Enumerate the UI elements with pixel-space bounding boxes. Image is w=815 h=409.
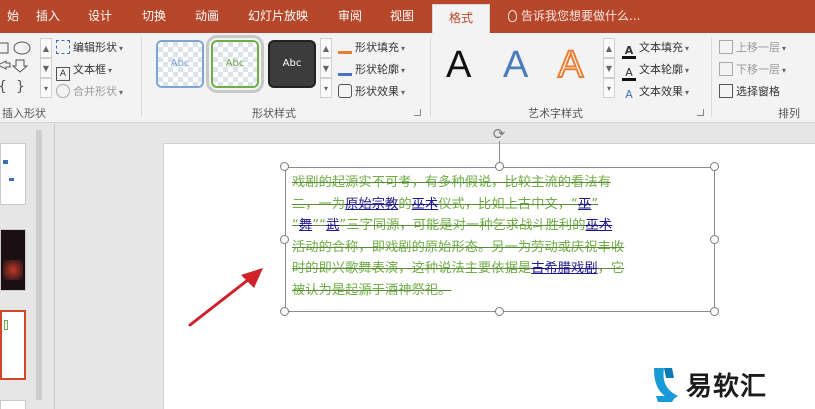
shape-outline-button[interactable]: 形状轮廓 ▾ [338, 60, 405, 79]
shape-effects-button[interactable]: 形状效果 ▾ [338, 82, 405, 101]
group-divider [141, 37, 142, 117]
selection-pane-button[interactable]: 选择窗格 [719, 82, 780, 101]
wordart-group-label: 艺术字样式 [528, 107, 583, 120]
group-divider [711, 37, 712, 117]
tab-animations[interactable]: 动画 [185, 0, 229, 33]
ribbon-tab-bar: 始 插入 设计 切换 动画 幻灯片放映 审阅 视图 格式 告诉我您想要做什么..… [0, 0, 815, 33]
slide-thumbnail[interactable] [0, 229, 26, 291]
tab-slideshow[interactable]: 幻灯片放映 [240, 0, 316, 33]
resize-handle[interactable] [280, 307, 289, 316]
resize-handle[interactable] [495, 162, 504, 171]
hyperlink[interactable]: 舞 [299, 218, 312, 233]
slide-thumbnail-panel [0, 124, 55, 409]
ribbon-body: { } ▲▼▾ 编辑形状▾ A文本框▾ 合并形状▾ 插入形状 Abc Abc A… [0, 33, 815, 123]
text-effects-button[interactable]: A 文本效果 ▾ [622, 82, 689, 101]
resize-handle[interactable] [710, 235, 719, 244]
pen-outline-icon [338, 62, 352, 76]
edit-shape-icon [56, 40, 70, 54]
svg-text:}: } [16, 79, 25, 95]
red-arrow-annotation [188, 268, 263, 327]
selection-pane-icon [719, 84, 733, 98]
shape-styles-group-label: 形状样式 [252, 107, 296, 120]
svg-text:{: { [0, 79, 7, 95]
tab-design[interactable]: 设计 [78, 0, 122, 33]
hyperlink[interactable]: 古希腊戏剧 [531, 261, 597, 276]
shape-style-sample-2[interactable]: Abc [206, 35, 264, 93]
tell-me-search[interactable]: 告诉我您想要做什么... [508, 0, 640, 33]
watermark-text: 易软汇 [686, 372, 768, 402]
thumbnail-scrollbar[interactable] [35, 128, 43, 408]
group-divider [430, 37, 431, 117]
text-line: 戏剧的起源实不可考，有多种假说，比较主流的看法有 [292, 175, 611, 190]
hyperlink[interactable]: 巫 [578, 197, 591, 212]
slide-thumbnail[interactable] [0, 400, 26, 409]
insert-shapes-group-label: 插入形状 [2, 107, 46, 120]
slide-thumbnail[interactable] [0, 143, 26, 205]
resize-handle[interactable] [280, 162, 289, 171]
slide-thumbnail-selected[interactable] [0, 310, 26, 380]
tab-insert[interactable]: 插入 [26, 0, 70, 33]
text-line: 活动的合称，即戏剧的原始形态。另一为劳动或庆祝丰收 [292, 239, 625, 255]
thumbnail-graphic [3, 160, 8, 164]
send-backward-button[interactable]: 下移一层 ▾ [719, 60, 786, 79]
shape-styles-launcher-icon[interactable] [414, 109, 421, 116]
text-outline-icon: A [622, 67, 636, 81]
thumbnail-graphic [9, 178, 14, 181]
tab-home[interactable]: 始 [0, 0, 26, 33]
lightbulb-icon [508, 10, 517, 22]
resize-handle[interactable] [710, 162, 719, 171]
rotate-handle-icon[interactable]: ⟳ [491, 126, 507, 142]
slide-body-text[interactable]: 戏剧的起源实不可考，有多种假说，比较主流的看法有 二，一为原始宗教的巫术仪式，比… [292, 172, 704, 301]
merge-shapes-button[interactable]: 合并形状 ▾ [56, 82, 123, 101]
edit-shape-button[interactable]: 编辑形状 ▾ [56, 38, 123, 57]
text-fill-button[interactable]: A 文本填充 ▾ [622, 38, 689, 59]
hyperlink[interactable]: 原始宗教 [345, 197, 398, 212]
text-line: “舞”“武”三字同源，可能是对一种乞求战斗胜利的巫术 [292, 218, 613, 233]
bring-forward-icon [719, 40, 733, 54]
text-effects-icon: A [625, 88, 633, 101]
wordart-sample-orange[interactable]: A [557, 43, 584, 87]
wordart-launcher-icon[interactable] [697, 109, 704, 116]
resize-handle[interactable] [280, 235, 289, 244]
shape-fill-button[interactable]: 形状填充 ▾ [338, 38, 405, 57]
shape-style-sample-1[interactable]: Abc [156, 40, 204, 88]
text-line: 时的即兴歌舞表演，这种说法主要依据是古希腊戏剧，它 [292, 261, 625, 276]
text-fill-icon: A [622, 45, 636, 59]
resize-handle[interactable] [710, 307, 719, 316]
text-line: 被认为是起源于酒神祭祀。 [292, 282, 452, 298]
paint-bucket-icon [338, 40, 352, 54]
thumbnail-graphic [4, 320, 8, 330]
text-box-icon: A [56, 67, 70, 81]
tab-review[interactable]: 审阅 [328, 0, 372, 33]
thumbnail-image [3, 260, 23, 280]
wordart-scroll[interactable]: ▲ ▼ ▾ [603, 38, 615, 98]
send-backward-icon [719, 62, 733, 76]
shape-effects-icon [338, 84, 352, 98]
shape-style-sample-3[interactable]: Abc [268, 40, 316, 88]
text-outline-button[interactable]: A 文本轮廓 ▾ [622, 60, 689, 81]
text-box-button[interactable]: A 文本框 ▾ [56, 60, 112, 81]
tab-format[interactable]: 格式 [432, 4, 490, 33]
hyperlink[interactable]: 武 [326, 218, 339, 233]
wordart-sample-blue[interactable]: A [503, 43, 528, 87]
arrange-group-label: 排列 [778, 107, 800, 120]
wordart-sample-black[interactable]: A [446, 43, 471, 87]
hyperlink[interactable]: 巫术 [412, 197, 439, 212]
watermark: 易软汇 [648, 364, 813, 404]
text-line: 二，一为原始宗教的巫术仪式，比如上古中文，“巫” [292, 196, 599, 212]
tab-transitions[interactable]: 切换 [132, 0, 176, 33]
merge-shapes-icon [56, 84, 70, 98]
tab-view[interactable]: 视图 [380, 0, 424, 33]
shapes-gallery-scroll[interactable]: ▲ ▼ ▾ [40, 38, 52, 98]
watermark-logo-icon [654, 368, 678, 402]
hyperlink[interactable]: 巫术 [586, 218, 613, 233]
shape-styles-scroll[interactable]: ▲ ▼ ▾ [320, 38, 332, 98]
bring-forward-button[interactable]: 上移一层 ▾ [719, 38, 786, 57]
tell-me-text: 告诉我您想要做什么... [521, 9, 641, 23]
resize-handle[interactable] [495, 307, 504, 316]
